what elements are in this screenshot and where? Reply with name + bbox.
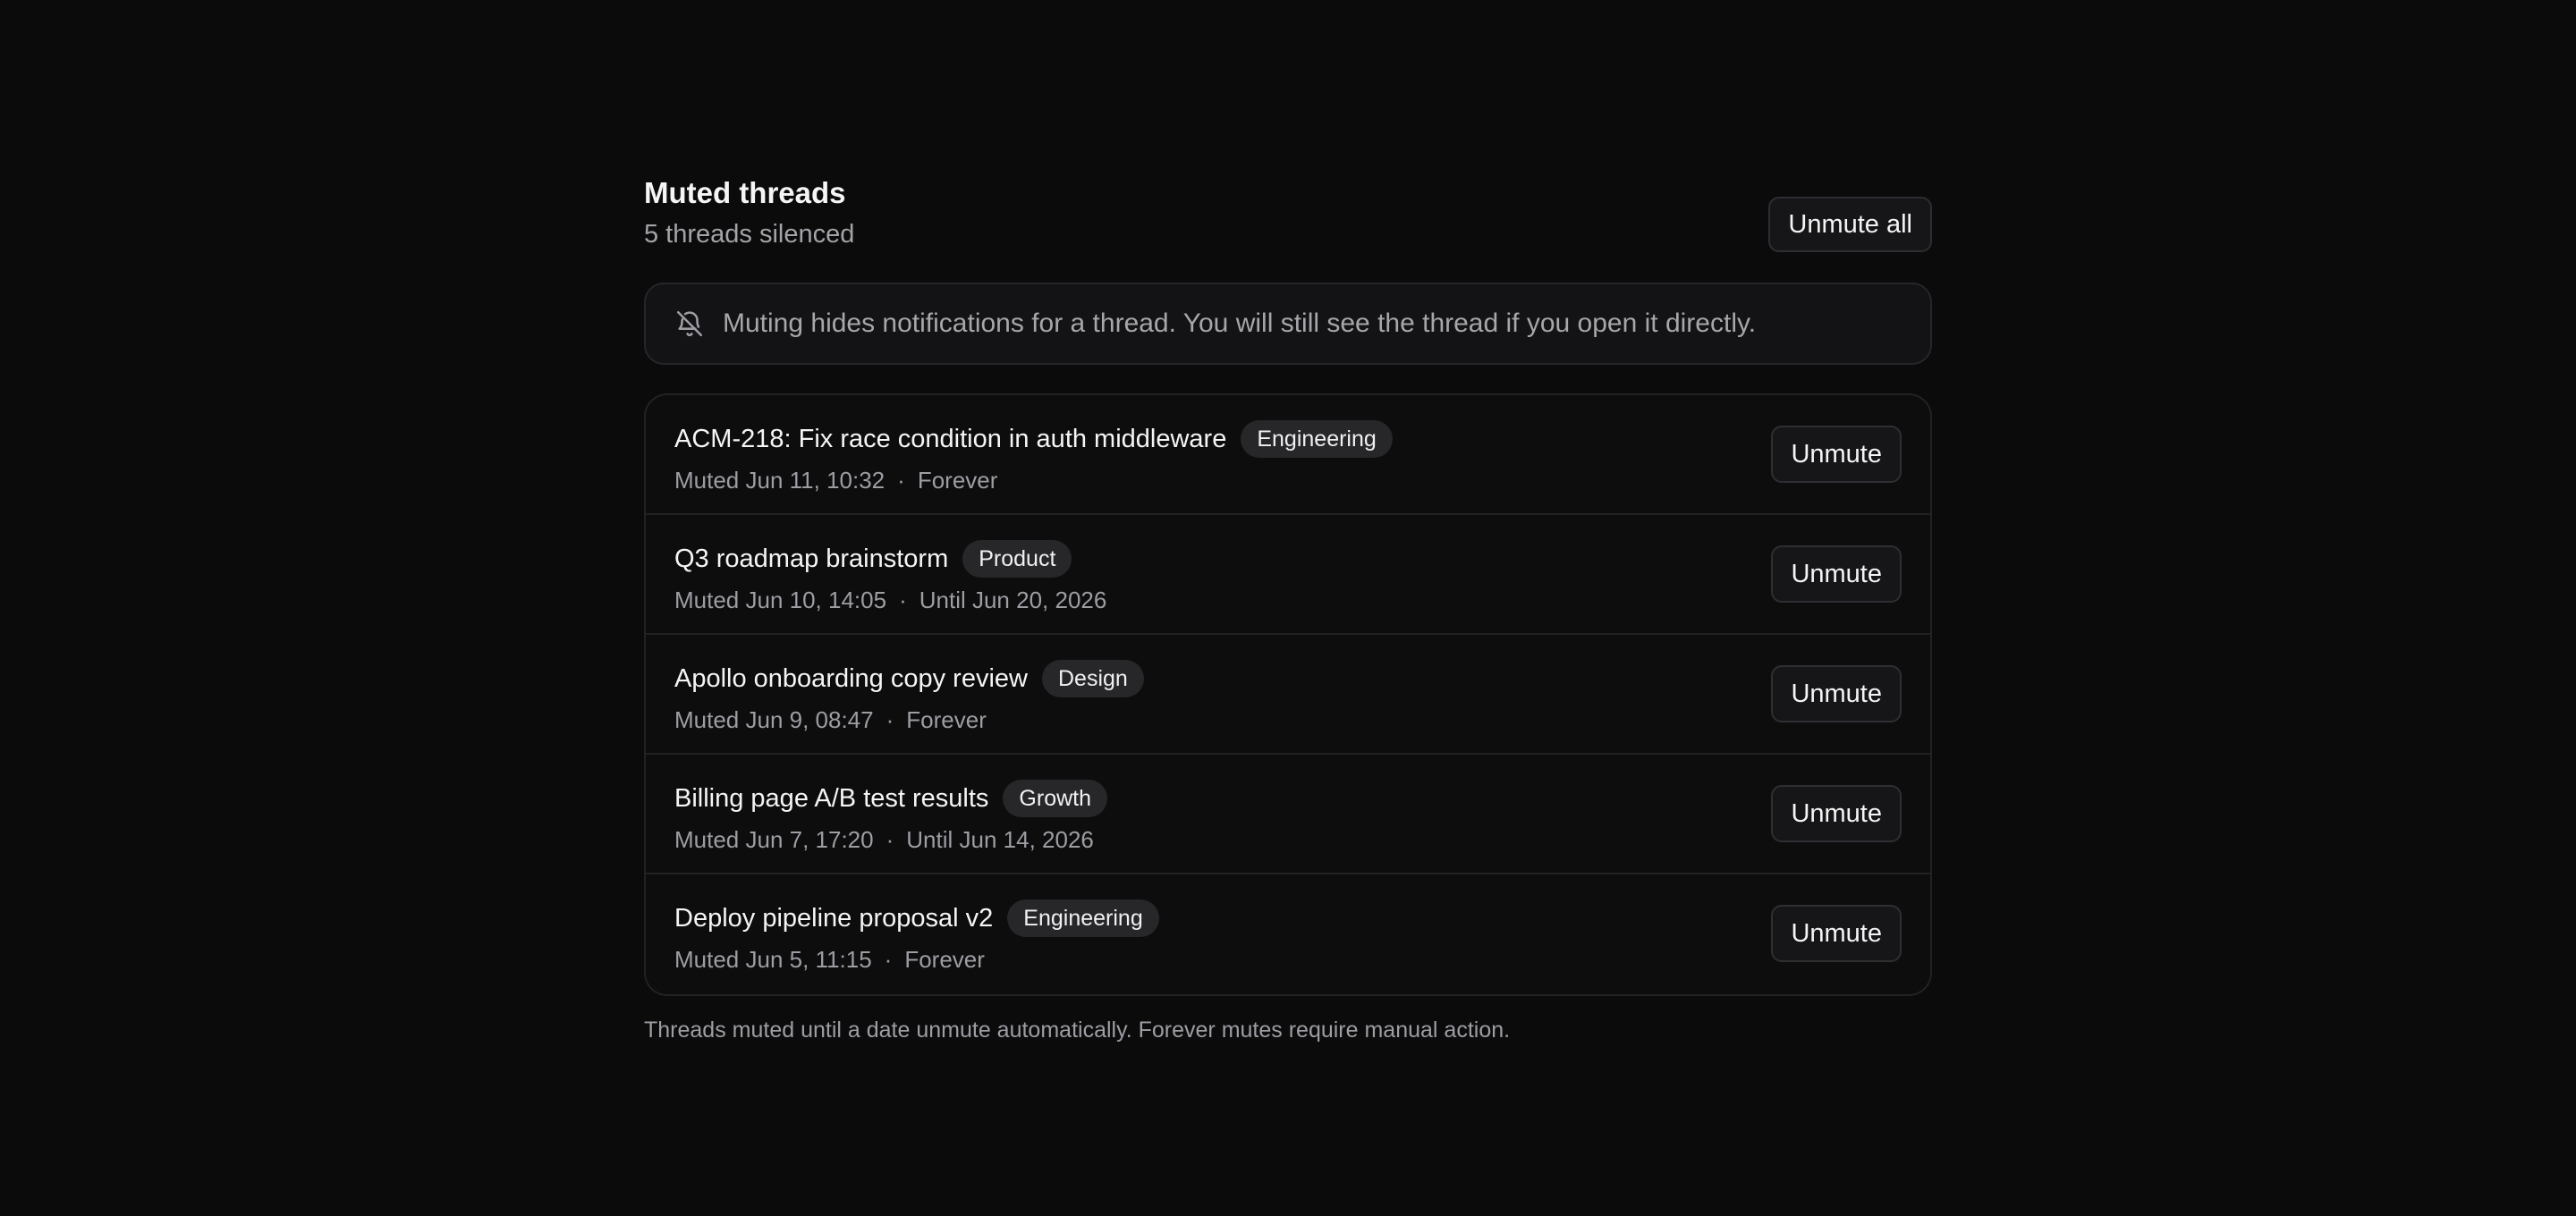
thread-tag: Engineering: [1241, 420, 1393, 458]
muted-timestamp: Muted Jun 11, 10:32: [674, 467, 886, 494]
thread-tag: Growth: [1003, 780, 1108, 817]
thread-name: Q3 roadmap brainstorm: [674, 545, 949, 573]
unmute-button[interactable]: Unmute: [1771, 426, 1902, 483]
unmute-all-button[interactable]: Unmute all: [1768, 197, 1932, 252]
thread-row: ACM-218: Fix race condition in auth midd…: [646, 395, 1930, 515]
thread-meta: Muted Jun 5, 11:15 · Forever: [674, 944, 985, 975]
panel-header: Muted threads 5 threads silenced Unmute …: [644, 172, 1932, 265]
mute-duration: Forever: [904, 946, 985, 973]
mute-duration: Until Jun 14, 2026: [906, 826, 1094, 853]
meta-separator: ·: [886, 706, 894, 733]
unmute-button[interactable]: Unmute: [1771, 665, 1902, 722]
muted-timestamp: Muted Jun 9, 08:47: [674, 706, 874, 733]
meta-separator: ·: [899, 587, 907, 613]
thread-name: ACM-218: Fix race condition in auth midd…: [674, 425, 1227, 453]
meta-separator: ·: [897, 467, 905, 494]
muted-timestamp: Muted Jun 7, 17:20: [674, 826, 874, 853]
bell-off-icon: [674, 308, 705, 339]
thread-name: Deploy pipeline proposal v2: [674, 904, 994, 933]
thread-name: Billing page A/B test results: [674, 784, 989, 813]
mute-duration: Forever: [906, 706, 987, 733]
muted-timestamp: Muted Jun 10, 14:05: [674, 587, 887, 613]
thread-list: ACM-218: Fix race condition in auth midd…: [644, 393, 1932, 996]
muted-timestamp: Muted Jun 5, 11:15: [674, 946, 872, 973]
thread-row: Deploy pipeline proposal v2 Engineering …: [646, 874, 1930, 994]
meta-separator: ·: [884, 946, 893, 973]
notice-text: Muting hides notifications for a thread.…: [723, 308, 1757, 338]
thread-meta: Muted Jun 7, 17:20 · Until Jun 14, 2026: [674, 824, 1094, 855]
muted-threads-panel: Muted threads 5 threads silenced Unmute …: [644, 172, 1932, 1043]
thread-meta: Muted Jun 9, 08:47 · Forever: [674, 705, 987, 735]
thread-tag: Design: [1041, 660, 1144, 697]
thread-tag: Product: [962, 540, 1072, 578]
thread-row: Q3 roadmap brainstorm Product Muted Jun …: [646, 515, 1930, 635]
thread-row: Billing page A/B test results Growth Mut…: [646, 755, 1930, 874]
thread-meta: Muted Jun 10, 14:05 · Until Jun 20, 2026: [674, 585, 1106, 615]
thread-tag: Engineering: [1007, 899, 1159, 937]
mute-duration: Until Jun 20, 2026: [919, 587, 1107, 613]
unmute-button[interactable]: Unmute: [1771, 785, 1902, 842]
meta-separator: ·: [886, 826, 894, 853]
page-subtitle: 5 threads silenced: [644, 220, 855, 249]
mute-duration: Forever: [917, 467, 998, 494]
thread-meta: Muted Jun 11, 10:32 · Forever: [674, 465, 997, 495]
info-notice: Muting hides notifications for a thread.…: [644, 283, 1932, 365]
unmute-button[interactable]: Unmute: [1771, 545, 1902, 603]
footer-note: Threads muted until a date unmute automa…: [644, 1018, 1511, 1043]
thread-row: Apollo onboarding copy review Design Mut…: [646, 635, 1930, 755]
page-title: Muted threads: [644, 176, 846, 209]
thread-name: Apollo onboarding copy review: [674, 664, 1028, 693]
unmute-button[interactable]: Unmute: [1771, 905, 1902, 962]
